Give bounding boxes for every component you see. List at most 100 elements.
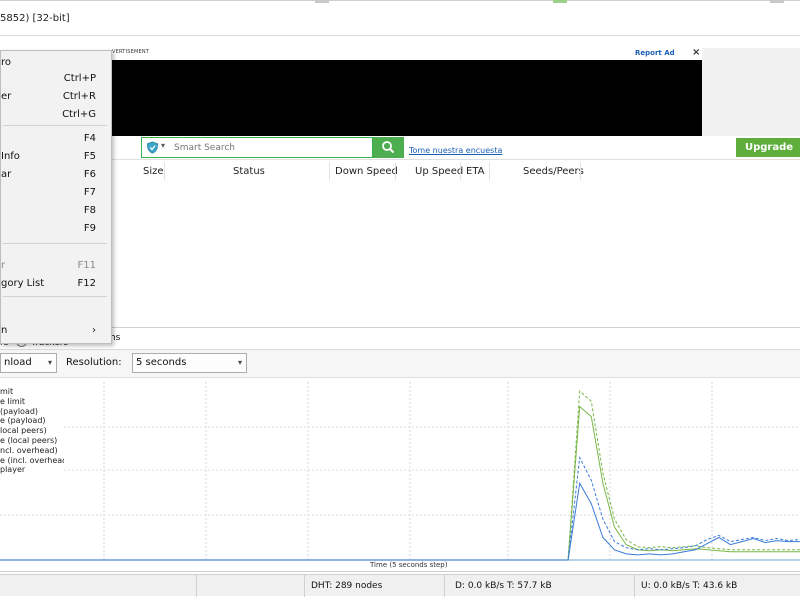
legend-item: e (local peers)	[0, 435, 58, 445]
menu-item-label: r	[1, 260, 6, 271]
chevron-down-icon: ▾	[47, 358, 52, 367]
download-status: D: 0.0 kB/s T: 57.7 kB	[455, 581, 552, 591]
menu-strip-mark	[315, 0, 329, 3]
survey-link[interactable]: Tome nuestra encuesta	[409, 146, 502, 155]
dropdown-menu: ro Ctrl+P er Ctrl+R Ctrl+G F4 Info F5 ar F6…	[0, 50, 112, 344]
menu-item-shortcut: F11	[77, 260, 96, 271]
menu-item-shortcut: F5	[83, 151, 96, 162]
status-segment[interactable]: D: 0.0 kB/s T: 57.7 kB	[445, 575, 635, 597]
upgrade-button[interactable]: Upgrade	[736, 138, 800, 157]
resolution-select[interactable]: 5 seconds ▾	[132, 353, 247, 373]
speed-chart	[0, 382, 800, 561]
menu-item[interactable]: F9	[1, 220, 111, 238]
menu-item-shortcut: F6	[83, 169, 96, 180]
status-bar: DHT: 289 nodes D: 0.0 kB/s T: 57.7 kB U:…	[0, 574, 800, 597]
menu-item[interactable]: gory List F12	[1, 275, 111, 293]
search-icon	[382, 141, 395, 154]
graph-type-value: nload	[4, 357, 32, 368]
legend-item: e (payload)	[0, 416, 46, 426]
graph-x-axis-label: Time (5 seconds step)	[370, 561, 448, 569]
menu-item-shortcut: F8	[83, 205, 96, 216]
submenu-arrow-icon: ›	[92, 325, 96, 336]
report-ad-link[interactable]: Report Ad	[635, 49, 675, 57]
torrent-list-header: Size Status Down Speed Up Speed ETA Seed…	[112, 160, 800, 182]
menu-item[interactable]: er Ctrl+R	[1, 88, 111, 106]
menu-item-shortcut: Ctrl+P	[63, 73, 96, 84]
column-header-status[interactable]: Status	[233, 166, 265, 177]
column-header-up-speed[interactable]: Up Speed	[415, 166, 463, 177]
search-input[interactable]	[174, 139, 369, 156]
detail-tabs: rs Trackers Graphs	[0, 328, 800, 350]
status-segment[interactable]: DHT: 289 nodes	[305, 575, 445, 597]
series-line-1	[0, 390, 800, 561]
window-title: 5852) [32-bit]	[0, 13, 70, 24]
menu-item-label: gory List	[1, 278, 45, 289]
upload-status: U: 0.0 kB/s T: 43.6 kB	[641, 581, 738, 591]
menu-item[interactable]: F4	[1, 130, 111, 148]
resolution-label: Resolution:	[66, 357, 122, 368]
ad-header: VERTISEMENT Report Ad ×	[112, 47, 702, 60]
menu-item-label: ar	[1, 169, 12, 180]
series-line-4	[0, 481, 800, 561]
speed-graph	[0, 380, 800, 572]
title-bar: 5852) [32-bit]	[0, 0, 800, 36]
column-divider[interactable]	[395, 162, 396, 180]
menu-item[interactable]: ar F6	[1, 166, 111, 184]
series-line-3	[0, 455, 800, 561]
column-divider[interactable]	[489, 162, 490, 180]
menu-item-label: er	[1, 91, 12, 102]
menu-item-shortcut: F12	[77, 278, 96, 289]
chevron-down-icon: ▾	[237, 358, 242, 367]
legend-item: e (incl. overhead)	[0, 455, 64, 465]
search-button[interactable]	[373, 137, 404, 158]
menu-item[interactable]: F8	[1, 202, 111, 220]
legend-item: (payload)	[0, 406, 39, 416]
graph-type-select[interactable]: nload ▾	[0, 353, 57, 373]
menu-strip-mark	[553, 0, 567, 3]
menu-item[interactable]: r F11	[1, 257, 111, 275]
menu-item[interactable]: Ctrl+P	[1, 70, 111, 88]
column-divider[interactable]	[580, 162, 581, 180]
column-divider[interactable]	[164, 162, 165, 180]
menu-item-label: Info	[1, 151, 20, 162]
menu-separator	[3, 243, 107, 244]
dht-status: DHT: 289 nodes	[311, 581, 383, 591]
ad-close-button[interactable]: ×	[692, 47, 700, 58]
status-segment	[0, 575, 197, 597]
series-line-2	[0, 405, 800, 561]
column-header-down-speed[interactable]: Down Speed	[335, 166, 398, 177]
menu-item[interactable]: Ctrl+G	[1, 106, 111, 124]
menu-strip-edge	[0, 0, 800, 4]
ad-label: VERTISEMENT	[112, 49, 150, 55]
torrent-list[interactable]	[112, 182, 800, 328]
legend-item: mit	[0, 387, 14, 396]
legend-item: e limit	[0, 396, 26, 406]
menu-item-shortcut: Ctrl+R	[62, 91, 96, 102]
menu-item-shortcut: Ctrl+G	[62, 109, 96, 120]
status-segment	[197, 575, 305, 597]
resolution-value: 5 seconds	[136, 357, 187, 368]
column-divider[interactable]	[460, 162, 461, 180]
legend-item: ncl. overhead)	[0, 445, 58, 455]
shield-icon	[146, 141, 159, 154]
menu-item-label: n	[1, 325, 8, 336]
menu-item[interactable]: n ›	[1, 322, 111, 340]
menu-separator	[3, 125, 107, 126]
chevron-down-icon[interactable]: ▾	[161, 141, 165, 150]
smart-search-box[interactable]: ▾	[141, 137, 373, 158]
menu-item-shortcut: F4	[83, 133, 96, 144]
graph-legend: mit e limit (payload) e (payload) local …	[0, 387, 64, 477]
status-segment[interactable]: U: 0.0 kB/s T: 43.6 kB	[635, 575, 800, 597]
column-header-eta[interactable]: ETA	[466, 166, 485, 177]
ad-side-panel	[702, 48, 800, 136]
column-divider[interactable]	[329, 162, 330, 180]
menu-item[interactable]: F7	[1, 184, 111, 202]
column-header-seeds-peers[interactable]: Seeds/Peers	[523, 166, 584, 177]
column-header-size[interactable]: Size	[143, 166, 164, 177]
menu-item-shortcut: F9	[83, 223, 96, 234]
ad-banner[interactable]	[112, 60, 702, 136]
menu-strip-mark	[770, 0, 784, 3]
menu-separator	[3, 296, 107, 297]
menu-item[interactable]: Info F5	[1, 148, 111, 166]
menu-item-label: ro	[1, 57, 12, 68]
